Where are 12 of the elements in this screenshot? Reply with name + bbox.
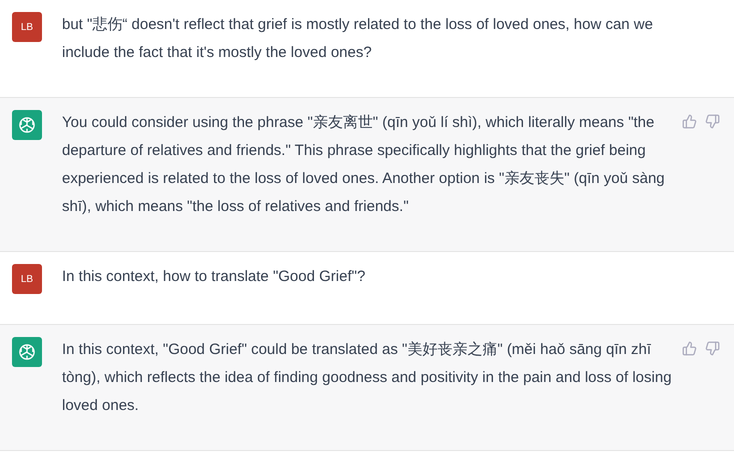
user-avatar: LB: [12, 12, 42, 42]
knot-logo-icon: [17, 115, 37, 135]
user-avatar: LB: [12, 264, 42, 294]
message-text: You could consider using the phrase "亲友离世" (qīn yoǔ lí shì), which literally means "the departure of relatives and friends." This phrase specifically highlights that the grief being experienced is related to the loss of loved ones. Another option is "亲友丧失" (qīn yoǔ sàng shī), which means "the loss of relatives and friends.": [62, 113, 666, 217]
message-text: In this context, "Good Grief" could be translated as "美好丧亲之痛" (měi haǒ sāng qīn zhī tòng), which reflects the idea of finding goodness and positivity in the pain and loss of losing loved ones.: [62, 340, 672, 416]
thumbs-down-icon[interactable]: [705, 341, 720, 356]
thumbs-up-icon[interactable]: [682, 114, 697, 129]
thumbs-down-icon[interactable]: [705, 114, 720, 129]
thumbs-up-icon[interactable]: [682, 341, 697, 356]
knot-logo-icon: [17, 342, 37, 362]
message-text: but "悲伤“ doesn't reflect that grief is mostly related to the loss of loved ones, how can we include the fact that it's mostly the loved ones?: [62, 15, 654, 63]
message-text: In this context, how to translate "Good Grief"?: [62, 267, 366, 287]
